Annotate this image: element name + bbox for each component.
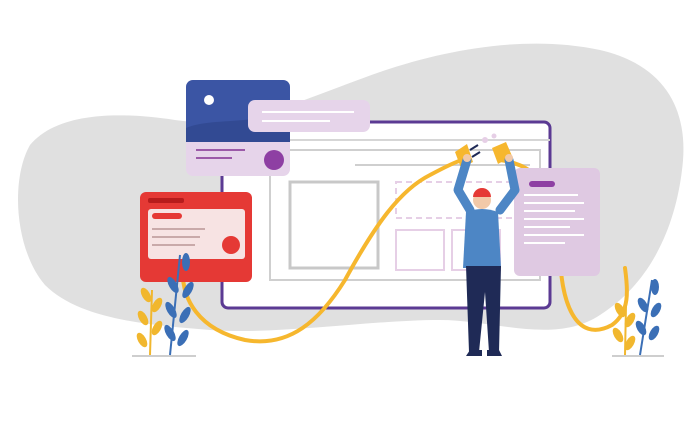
connection-illustration bbox=[17, 43, 684, 357]
illustration-stage bbox=[0, 0, 700, 431]
document-card-icon bbox=[514, 168, 600, 276]
chat-bubble-icon bbox=[248, 100, 370, 132]
profile-card-icon bbox=[140, 192, 252, 282]
